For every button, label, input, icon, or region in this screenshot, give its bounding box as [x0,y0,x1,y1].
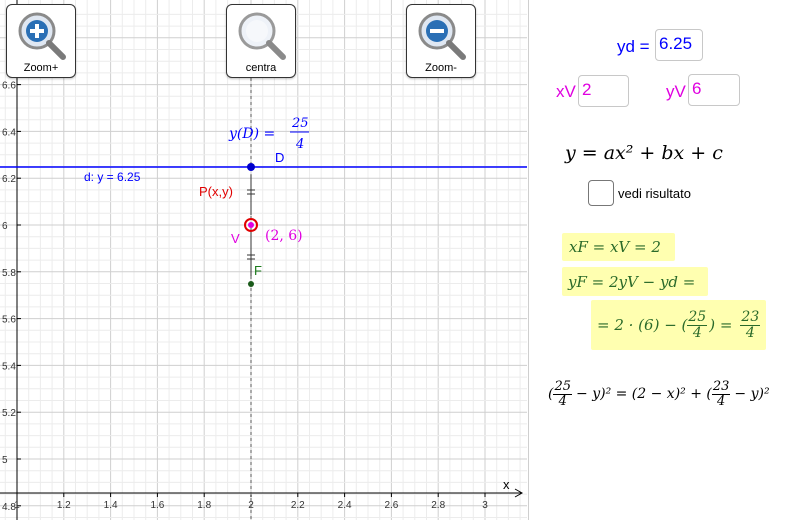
yF-line: yF = 2yV − yd = [568,273,696,291]
center-button[interactable]: centra [226,4,296,78]
point-V[interactable] [248,222,254,228]
yF-calc-fraction: 25 4 [687,308,708,341]
graphics-view[interactable]: 6.6 6.4 6.2 6 5.8 5.6 5.4 5.2 5 4.8 1 1.2 1.4 1.6 1.8 2… [0,0,527,520]
show-result-label: vedi risultato [618,186,691,201]
final-eq-mid: − y)² = (2 − x)² + ( [576,386,712,402]
yd-input[interactable]: 6.25 [655,29,703,61]
x-tick-label: 3 [482,500,488,511]
x-tick-label: 2.6 [384,500,398,511]
parabola-equation: y = ax² + bx + c [565,142,723,164]
y-tick-label: 6.4 [2,127,16,138]
xV-label: xV [556,82,576,101]
x-tick-label: 1.6 [150,500,164,511]
x-tick-label: 1.8 [197,500,211,511]
point-F-label: F [254,263,262,278]
zoom-in-icon [18,12,66,60]
svg-text:y(D) =: y(D) = [228,126,275,142]
point-V-label: V [231,231,240,246]
yF-calc: = 2 · (6) − ( 25 4 ) = 23 4 [597,304,761,346]
zoom-in-button[interactable]: Zoom+ [6,4,76,78]
y-tick-label: 5.4 [2,361,16,372]
yD-label: y(D) = 25 4 [228,116,309,152]
yV-input[interactable]: 6 [688,74,740,106]
y-tick-label: 5.8 [2,268,16,279]
x-tick-label: 1 [14,500,20,511]
x-tick-label: 1.2 [57,500,71,511]
graph-canvas[interactable]: 6.66.46.265.85.65.45.254.81 1.2 1.4 1.6 1.8 2… [0,0,527,520]
y-tick-label: 5.6 [2,315,16,326]
yF-calc-prefix: = 2 · (6) − ( [597,316,688,334]
show-result-checkbox[interactable] [588,180,614,206]
grid-lines [0,0,527,520]
final-equation: ( 25 4 − y)² = (2 − x)² + ( 23 4 − y)² [548,372,770,416]
zoom-out-button[interactable]: Zoom- [406,4,476,78]
y-tick-label: 6 [2,221,8,232]
final-fraction-1: 25 4 [553,378,573,409]
x-tick-label: 1.4 [104,500,118,511]
y-tick-label: 6.2 [2,174,16,185]
point-D[interactable] [247,163,255,171]
y-tick-label: 6.6 [2,81,16,92]
yd-label: yd = [617,37,650,56]
final-fraction-2: 23 4 [711,378,731,409]
svg-text:25: 25 [291,116,309,131]
yF-calc-mid: ) = [709,316,733,334]
point-P-label: P(x,y) [199,184,233,199]
y-tick-label: 5.2 [2,408,16,419]
zoom-in-label: Zoom+ [23,62,59,74]
final-eq-end: − y)² [734,386,770,402]
x-tick-label: 2.2 [291,500,305,511]
svg-text:4: 4 [295,137,304,152]
x-axis-label: x [503,477,510,492]
zoom-out-label: Zoom- [425,62,457,74]
yV-label: yV [666,82,686,101]
view-divider[interactable] [528,0,529,520]
center-label: centra [245,62,277,74]
xF-line: xF = xV = 2 [569,238,661,256]
y-tick-label: 5 [2,455,8,466]
point-V-coords: (2, 6) [265,228,303,244]
directrix-label: d: y = 6.25 [84,170,141,184]
yF-result-fraction: 23 4 [740,308,761,341]
point-F[interactable] [248,281,254,287]
x-tick-label: 2.4 [338,500,352,511]
xV-input[interactable]: 2 [578,75,629,107]
point-D-label: D [275,150,284,165]
x-tick-label: 2.8 [431,500,445,511]
zoom-out-icon [418,12,466,60]
magnifier-icon [238,12,286,60]
